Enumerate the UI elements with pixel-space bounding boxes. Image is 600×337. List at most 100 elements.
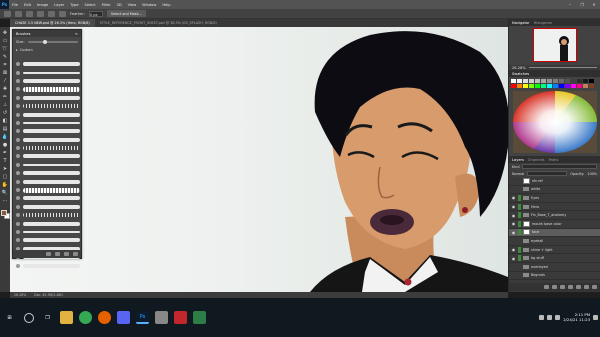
brush-size-slider[interactable]: [27, 40, 78, 44]
task-view-icon[interactable]: ❐: [41, 311, 54, 324]
brush-preset[interactable]: [16, 219, 80, 227]
color-swatch[interactable]: [565, 79, 570, 83]
color-swatch[interactable]: [583, 79, 588, 83]
color-swatch[interactable]: [589, 79, 594, 83]
brush-preset[interactable]: [16, 203, 80, 211]
hand-tool-icon[interactable]: ✋: [2, 182, 9, 188]
history-brush-tool-icon[interactable]: ↺: [2, 110, 9, 116]
brush-preset[interactable]: [16, 211, 80, 219]
brush-preset[interactable]: [16, 177, 80, 185]
brush-preset[interactable]: [16, 119, 80, 127]
app-icon[interactable]: [117, 311, 130, 324]
add-mask-icon[interactable]: [560, 285, 565, 289]
color-swatch[interactable]: [589, 84, 594, 88]
network-icon[interactable]: [547, 315, 553, 320]
layer-row[interactable]: white: [509, 186, 600, 195]
foreground-color-swatch[interactable]: [0, 210, 7, 216]
color-swatch[interactable]: [523, 79, 528, 83]
layer-row[interactable]: overlayed: [509, 263, 600, 272]
tab-swatches[interactable]: Swatches: [512, 72, 529, 76]
photoshop-logo-icon[interactable]: Ps: [0, 0, 9, 9]
tab-channels[interactable]: Channels: [528, 158, 545, 162]
status-doc-info[interactable]: Doc: 45.3M/2.48G: [34, 293, 63, 297]
type-tool-icon[interactable]: T: [2, 158, 9, 164]
color-swatch[interactable]: [559, 84, 564, 88]
color-swatch[interactable]: [517, 79, 522, 83]
brush-preset[interactable]: [16, 228, 80, 236]
color-wheel[interactable]: [513, 91, 597, 153]
tab-navigator[interactable]: Navigator: [512, 21, 530, 25]
color-swatch[interactable]: [553, 79, 558, 83]
brush-preset[interactable]: [16, 152, 80, 160]
zoom-tool-icon[interactable]: 🔍: [2, 190, 9, 196]
layer-row[interactable]: Bkgrnds: [509, 272, 600, 281]
crop-tool-icon[interactable]: ⌗: [2, 62, 9, 68]
visibility-eye-icon[interactable]: ◉: [511, 256, 516, 261]
document-tab[interactable]: STYLE_REFERENCE_FRONT_SHEET.psd @ 38.5% …: [95, 19, 222, 27]
brush-preset[interactable]: [16, 136, 80, 144]
file-explorer-icon[interactable]: [60, 311, 73, 324]
brush-preset[interactable]: [16, 85, 80, 93]
color-swatch[interactable]: [559, 79, 564, 83]
menu-type[interactable]: Type: [67, 3, 81, 7]
brush-preset[interactable]: [16, 68, 80, 76]
menu-help[interactable]: Help: [159, 3, 173, 7]
layer-row[interactable]: sfx ref: [509, 177, 600, 186]
healing-tool-icon[interactable]: ✚: [2, 86, 9, 92]
color-swatch[interactable]: [547, 79, 552, 83]
color-swatch[interactable]: [571, 84, 576, 88]
tray-chevron-icon[interactable]: [539, 315, 545, 320]
brush-preset[interactable]: [16, 169, 80, 177]
color-swatch[interactable]: [535, 79, 540, 83]
app-icon[interactable]: [193, 311, 206, 324]
app-icon[interactable]: [174, 311, 187, 324]
layer-row[interactable]: ◉ face: [509, 228, 600, 238]
volume-icon[interactable]: [555, 315, 561, 320]
blend-mode-field[interactable]: [527, 171, 568, 176]
visibility-eye-icon[interactable]: [511, 273, 516, 278]
brush-settings-icon[interactable]: [46, 252, 51, 256]
brush-preset[interactable]: [16, 161, 80, 169]
clone-stamp-tool-icon[interactable]: ⊥: [2, 102, 9, 108]
minimize-button[interactable]: –: [564, 0, 576, 9]
new-layer-icon[interactable]: [584, 285, 589, 289]
brush-preset[interactable]: [16, 236, 80, 244]
chrome-icon[interactable]: [79, 311, 92, 324]
feather-input[interactable]: 0 px: [88, 10, 103, 17]
marquee-tool-icon[interactable]: ▭: [2, 38, 9, 44]
visibility-eye-icon[interactable]: [511, 238, 516, 243]
menu-3d[interactable]: 3D: [114, 3, 125, 7]
brush-preset[interactable]: [16, 102, 80, 110]
eyedropper-tool-icon[interactable]: ⁄: [2, 78, 9, 84]
layer-row[interactable]: eyeball: [509, 237, 600, 246]
brush-preset[interactable]: [16, 261, 80, 269]
firefox-icon[interactable]: [98, 311, 111, 324]
delete-brush-icon[interactable]: [73, 252, 78, 256]
tab-paths[interactable]: Paths: [549, 158, 559, 162]
visibility-eye-icon[interactable]: ◉: [511, 247, 516, 252]
select-and-mask-button[interactable]: Select and Mask...: [106, 10, 146, 17]
brush-preset[interactable]: [16, 186, 80, 194]
navigator-zoom-value[interactable]: 26.28%: [512, 66, 526, 70]
photoshop-taskbar-icon[interactable]: Ps: [136, 311, 149, 324]
menu-view[interactable]: View: [125, 3, 140, 7]
foreground-background-colors[interactable]: [0, 210, 10, 219]
layer-row[interactable]: ◉ mouth base color: [509, 220, 600, 229]
visibility-eye-icon[interactable]: [511, 178, 516, 183]
visibility-eye-icon[interactable]: [511, 187, 516, 192]
menu-layer[interactable]: Layer: [51, 3, 67, 7]
path-select-tool-icon[interactable]: ➤: [2, 166, 9, 172]
visibility-eye-icon[interactable]: ◉: [511, 195, 516, 200]
intersect-selection-icon[interactable]: [59, 10, 66, 17]
adjustment-layer-icon[interactable]: [568, 285, 573, 289]
brush-preset[interactable]: [16, 60, 80, 68]
navigator-panel[interactable]: [509, 26, 600, 65]
menu-window[interactable]: Window: [139, 3, 159, 7]
menu-select[interactable]: Select: [82, 3, 99, 7]
close-button[interactable]: ✕: [588, 0, 600, 9]
lasso-tool-icon[interactable]: ➰: [2, 46, 9, 52]
dodge-tool-icon[interactable]: ●: [2, 142, 9, 148]
clock[interactable]: 2:11 PM 2/24/21 11:23: [563, 312, 590, 323]
brush-preset[interactable]: [16, 194, 80, 202]
color-swatch[interactable]: [529, 79, 534, 83]
